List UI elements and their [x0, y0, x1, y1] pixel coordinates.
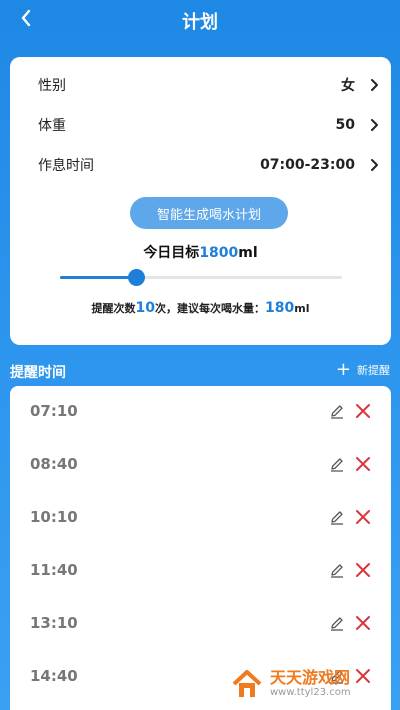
- chevron-right-icon: [371, 119, 378, 131]
- delete-icon[interactable]: [354, 402, 372, 420]
- edit-icon[interactable]: [329, 456, 345, 472]
- schedule-row[interactable]: 作息时间 07:00-23:00: [38, 153, 378, 177]
- slider-thumb[interactable]: [128, 269, 146, 286]
- edit-icon[interactable]: [329, 562, 345, 578]
- delete-icon[interactable]: [354, 614, 372, 632]
- gender-label: 性别: [38, 78, 66, 94]
- watermark-url: www.ttyl23.com: [270, 687, 351, 698]
- goal-amount: 1800: [199, 245, 239, 261]
- advice-count: 10: [135, 300, 155, 316]
- delete-icon[interactable]: [354, 455, 372, 473]
- reminder-time[interactable]: 13:10: [30, 614, 78, 632]
- gender-value: 女: [341, 78, 355, 94]
- delete-icon[interactable]: [354, 561, 372, 579]
- reminder-row: 08:40: [10, 439, 391, 491]
- generate-plan-button[interactable]: 智能生成喝水计划: [130, 197, 288, 229]
- site-watermark: 天天游戏网 www.ttyl23.com: [230, 662, 400, 706]
- watermark-title: 天天游戏网: [270, 668, 351, 687]
- advice-unit: ml: [294, 302, 310, 315]
- advice-amount: 180: [265, 300, 295, 316]
- reminder-time[interactable]: 07:10: [30, 402, 78, 420]
- page-title: 计划: [182, 12, 218, 33]
- reminder-time[interactable]: 08:40: [30, 455, 78, 473]
- house-logo-icon: [232, 670, 262, 697]
- daily-goal: 今日目标1800ml: [10, 242, 391, 262]
- reminder-row: 11:40: [10, 545, 391, 597]
- advice-prefix: 提醒次数: [91, 302, 136, 315]
- plus-icon: +: [335, 359, 351, 380]
- reminder-time[interactable]: 10:10: [30, 508, 78, 526]
- goal-prefix: 今日目标: [143, 245, 200, 261]
- schedule-value: 07:00-23:00: [260, 157, 355, 173]
- reminder-row: 13:10: [10, 598, 391, 650]
- weight-label: 体重: [38, 118, 66, 134]
- delete-icon[interactable]: [354, 508, 372, 526]
- add-reminder-label: 新提醒: [357, 364, 390, 377]
- reminder-time[interactable]: 11:40: [30, 561, 78, 579]
- advice-middle: 次，建议每次喝水量：: [155, 302, 265, 315]
- reminders-section-title: 提醒时间: [10, 365, 66, 381]
- schedule-label: 作息时间: [38, 158, 94, 174]
- chevron-right-icon: [371, 79, 378, 91]
- reminder-row: 07:10: [10, 386, 391, 438]
- reminder-time[interactable]: 14:40: [30, 667, 78, 685]
- edit-icon[interactable]: [329, 403, 345, 419]
- goal-unit: ml: [238, 245, 258, 261]
- add-reminder-button[interactable]: + 新提醒: [335, 359, 390, 380]
- reminder-advice: 提醒次数10次，建议每次喝水量：180ml: [10, 300, 391, 316]
- edit-icon[interactable]: [329, 509, 345, 525]
- weight-row[interactable]: 体重 50: [38, 113, 378, 137]
- gender-row[interactable]: 性别 女: [38, 73, 378, 97]
- goal-slider[interactable]: [60, 268, 342, 288]
- header: 计划: [0, 0, 400, 40]
- edit-icon[interactable]: [329, 615, 345, 631]
- weight-value: 50: [335, 117, 355, 133]
- chevron-right-icon: [371, 159, 378, 171]
- reminder-row: 10:10: [10, 492, 391, 544]
- slider-fill: [60, 276, 137, 279]
- plan-settings-card: 性别 女 体重 50 作息时间 07:00-23:00 智能生成喝水计划 今日目…: [10, 57, 391, 345]
